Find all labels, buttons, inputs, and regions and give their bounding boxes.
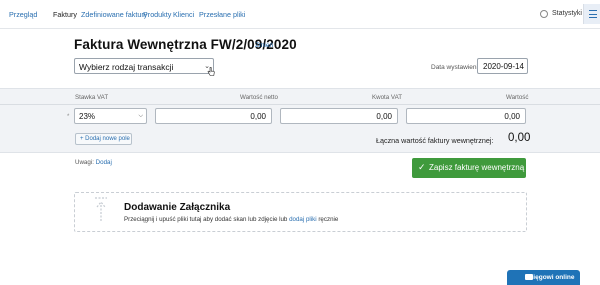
- column-header-vat-rate: Stawka VAT: [75, 94, 109, 101]
- add-notes-link[interactable]: Dodaj: [96, 159, 112, 166]
- nav-item-clients[interactable]: Klienci: [173, 10, 194, 19]
- chat-button[interactable]: Księgowi online: [507, 270, 580, 285]
- change-link[interactable]: Zmień: [255, 42, 273, 49]
- attachment-text: Przeciągnij i upuść pliki tutaj aby doda…: [124, 216, 288, 223]
- upload-arrow-icon: [95, 197, 107, 221]
- nav-item-uploaded-files[interactable]: Przesłane pliki: [199, 10, 245, 19]
- column-header-value: Wartość: [506, 94, 529, 101]
- total-label: Łączna wartość faktury wewnętrznej:: [376, 136, 494, 145]
- transaction-type-value: Wybierz rodzaj transakcji: [79, 62, 174, 72]
- nav-item-overview[interactable]: Przegląd: [9, 10, 37, 19]
- add-files-link[interactable]: dodaj pliki: [289, 216, 317, 223]
- issue-date-label: Data wystawienia: [431, 64, 482, 71]
- issue-date-input[interactable]: 2020-09-14: [477, 58, 528, 74]
- notes-label: Uwagi:: [75, 159, 94, 166]
- nav-item-products[interactable]: Produkty: [143, 10, 171, 19]
- nav-item-invoices[interactable]: Faktury: [53, 10, 77, 19]
- stats-link[interactable]: Statystyki: [552, 10, 582, 17]
- stats-clock-icon[interactable]: [540, 10, 548, 18]
- gross-value-input[interactable]: 0,00: [406, 108, 526, 124]
- attachment-title: Dodawanie Załącznika: [124, 202, 231, 213]
- menu-icon-bar: [589, 13, 597, 15]
- total-value: 0,00: [508, 132, 531, 144]
- vat-rate-value: 23%: [79, 112, 96, 121]
- attachment-instructions: Przeciągnij i upuść pliki tutaj aby doda…: [124, 216, 338, 223]
- column-header-net-value: Wartość netto: [240, 94, 278, 101]
- save-invoice-button[interactable]: ✓ Zapisz fakturę wewnętrzną: [412, 158, 526, 178]
- add-field-text: Dodaj nowe pole: [85, 136, 130, 142]
- hamburger-menu-button[interactable]: [583, 4, 600, 24]
- add-field-label: + Dodaj nowe pole: [80, 136, 130, 142]
- hand-cursor-icon: [207, 67, 215, 76]
- transaction-type-select[interactable]: Wybierz rodzaj transakcji ⌄: [74, 58, 214, 74]
- menu-icon: [589, 10, 597, 12]
- top-navigation: Przegląd Faktury Zdefiniowane faktury Pr…: [0, 0, 600, 29]
- column-header-vat-amount: Kwota VAT: [372, 94, 403, 101]
- save-invoice-label: Zapisz fakturę wewnętrzną: [429, 163, 525, 172]
- gross-value: 0,00: [504, 112, 520, 121]
- vat-amount: 0,00: [376, 112, 392, 121]
- vat-amount-input[interactable]: 0,00: [280, 108, 398, 124]
- add-field-button[interactable]: + Dodaj nowe pole: [75, 133, 132, 145]
- chevron-down-icon: ⌵: [138, 113, 143, 119]
- net-value-input[interactable]: 0,00: [155, 108, 272, 124]
- attachment-text-end: ręcznie: [318, 216, 339, 223]
- chat-label: Księgowi online: [525, 274, 575, 281]
- vat-rate-select[interactable]: 23% ⌵: [74, 108, 147, 124]
- header-divider: [0, 104, 600, 105]
- nav-item-defined-invoices[interactable]: Zdefiniowane faktury: [81, 10, 147, 19]
- required-marker: *: [67, 114, 70, 120]
- check-icon: ✓: [418, 162, 426, 172]
- menu-icon-bar: [589, 17, 597, 19]
- net-value: 0,00: [250, 112, 266, 121]
- notes-row: Uwagi: Dodaj: [75, 159, 112, 166]
